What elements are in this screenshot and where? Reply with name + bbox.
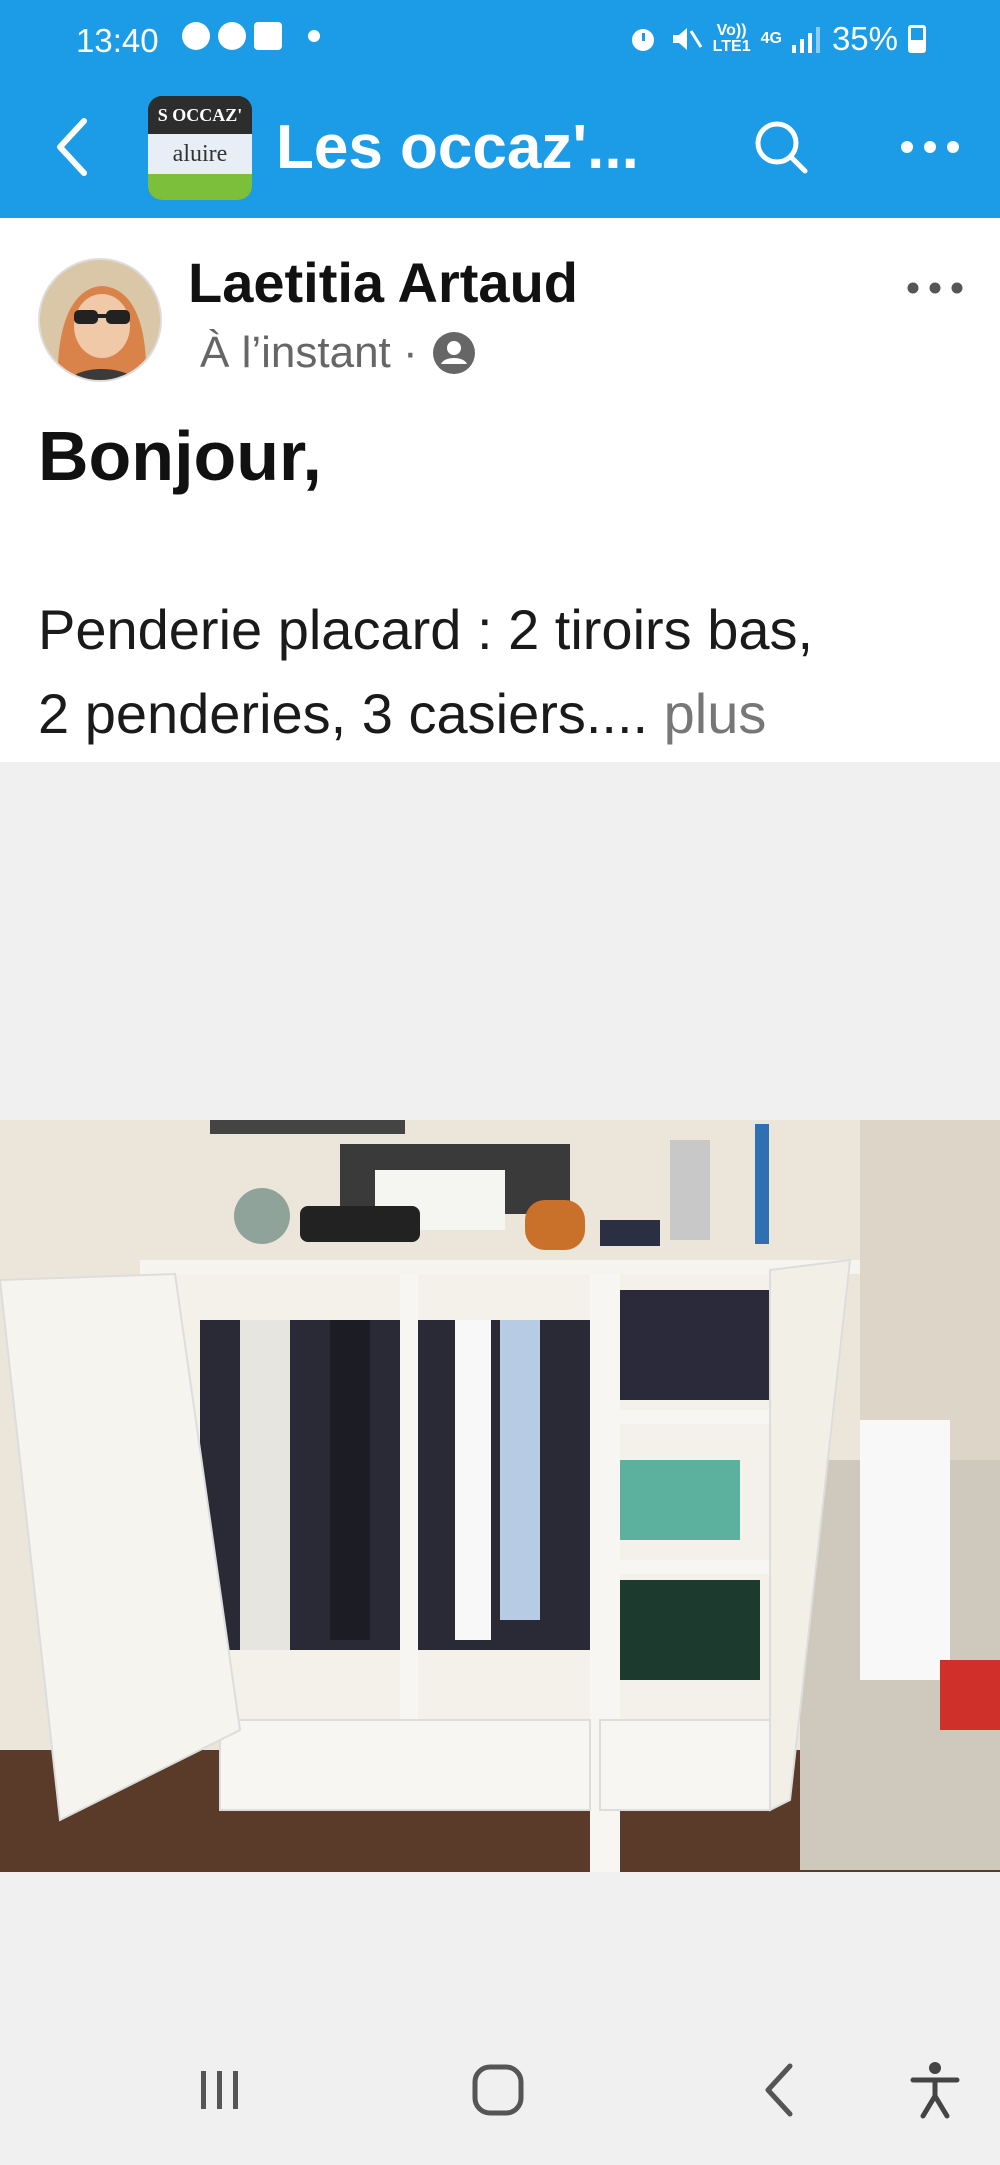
post-meta: À l’instant ·: [200, 328, 478, 378]
more-dots-icon: [907, 282, 963, 294]
see-more-link[interactable]: plus: [664, 682, 767, 745]
privacy-members-icon: [432, 332, 475, 374]
recent-apps-button[interactable]: [175, 2050, 265, 2130]
mute-icon: [672, 28, 702, 50]
post-body-line: 2 penderies, 3 casiers....: [38, 682, 649, 745]
home-icon: [472, 2064, 524, 2116]
app-bar: S OCCAZ' aluire Les occaz'...: [0, 82, 1000, 218]
more-dots-icon: [901, 141, 959, 153]
avatar-photo: [40, 260, 160, 380]
group-logo[interactable]: S OCCAZ' aluire: [148, 96, 252, 200]
post-timestamp[interactable]: À l’instant ·: [200, 328, 418, 378]
facebook-notification-icon: [218, 22, 246, 50]
status-time: 13:40: [76, 22, 159, 59]
back-chevron-icon: [765, 2063, 793, 2117]
accessibility-icon: [910, 2062, 960, 2119]
search-button[interactable]: [746, 112, 816, 182]
post-body-line: Penderie placard : 2 tiroirs bas,: [38, 598, 814, 661]
chevron-left-icon: [57, 118, 87, 176]
home-button[interactable]: [453, 2050, 543, 2130]
battery-percent: 35%: [831, 20, 898, 57]
back-nav-button[interactable]: [735, 2050, 825, 2130]
signal-icon: [791, 27, 820, 53]
more-notifications-dot-icon: [308, 30, 320, 42]
volte-label: Vo)) LTE1: [712, 22, 751, 55]
post-photo[interactable]: [0, 1120, 1000, 1872]
author-name[interactable]: Laetitia Artaud: [188, 250, 578, 315]
alarm-icon: [631, 29, 654, 51]
wardrobe-photo: [0, 1120, 1000, 1872]
group-logo-middle-text: aluire: [148, 134, 252, 174]
more-options-button[interactable]: [890, 112, 970, 182]
post-heading: Bonjour,: [38, 417, 322, 495]
facebook-notification-icon: [182, 22, 210, 50]
network-type: 4G: [760, 30, 782, 47]
author-avatar[interactable]: [38, 258, 162, 382]
status-bar: 13:40 Vo)) LTE1 4G 35%: [0, 0, 1000, 82]
recent-apps-icon: [201, 2071, 238, 2109]
group-logo-top-text: S OCCAZ': [148, 96, 252, 134]
sim-notification-icon: [254, 22, 282, 50]
notification-icons: [182, 22, 320, 50]
post-options-button[interactable]: [900, 268, 970, 308]
post-body: Penderie placard : 2 tiroirs bas, 2 pend…: [38, 588, 978, 756]
android-navigation-bar: [0, 2020, 1000, 2165]
post-card: Laetitia Artaud À l’instant · Bonjour, P…: [0, 218, 1000, 762]
search-icon: [755, 121, 808, 174]
group-title[interactable]: Les occaz'...: [276, 112, 639, 183]
system-icons: Vo)) LTE1 4G 35%: [627, 20, 926, 58]
back-button[interactable]: [42, 112, 102, 182]
group-logo-bottom-strip: [148, 174, 252, 200]
accessibility-button[interactable]: [890, 2050, 980, 2130]
battery-icon: [908, 25, 926, 53]
